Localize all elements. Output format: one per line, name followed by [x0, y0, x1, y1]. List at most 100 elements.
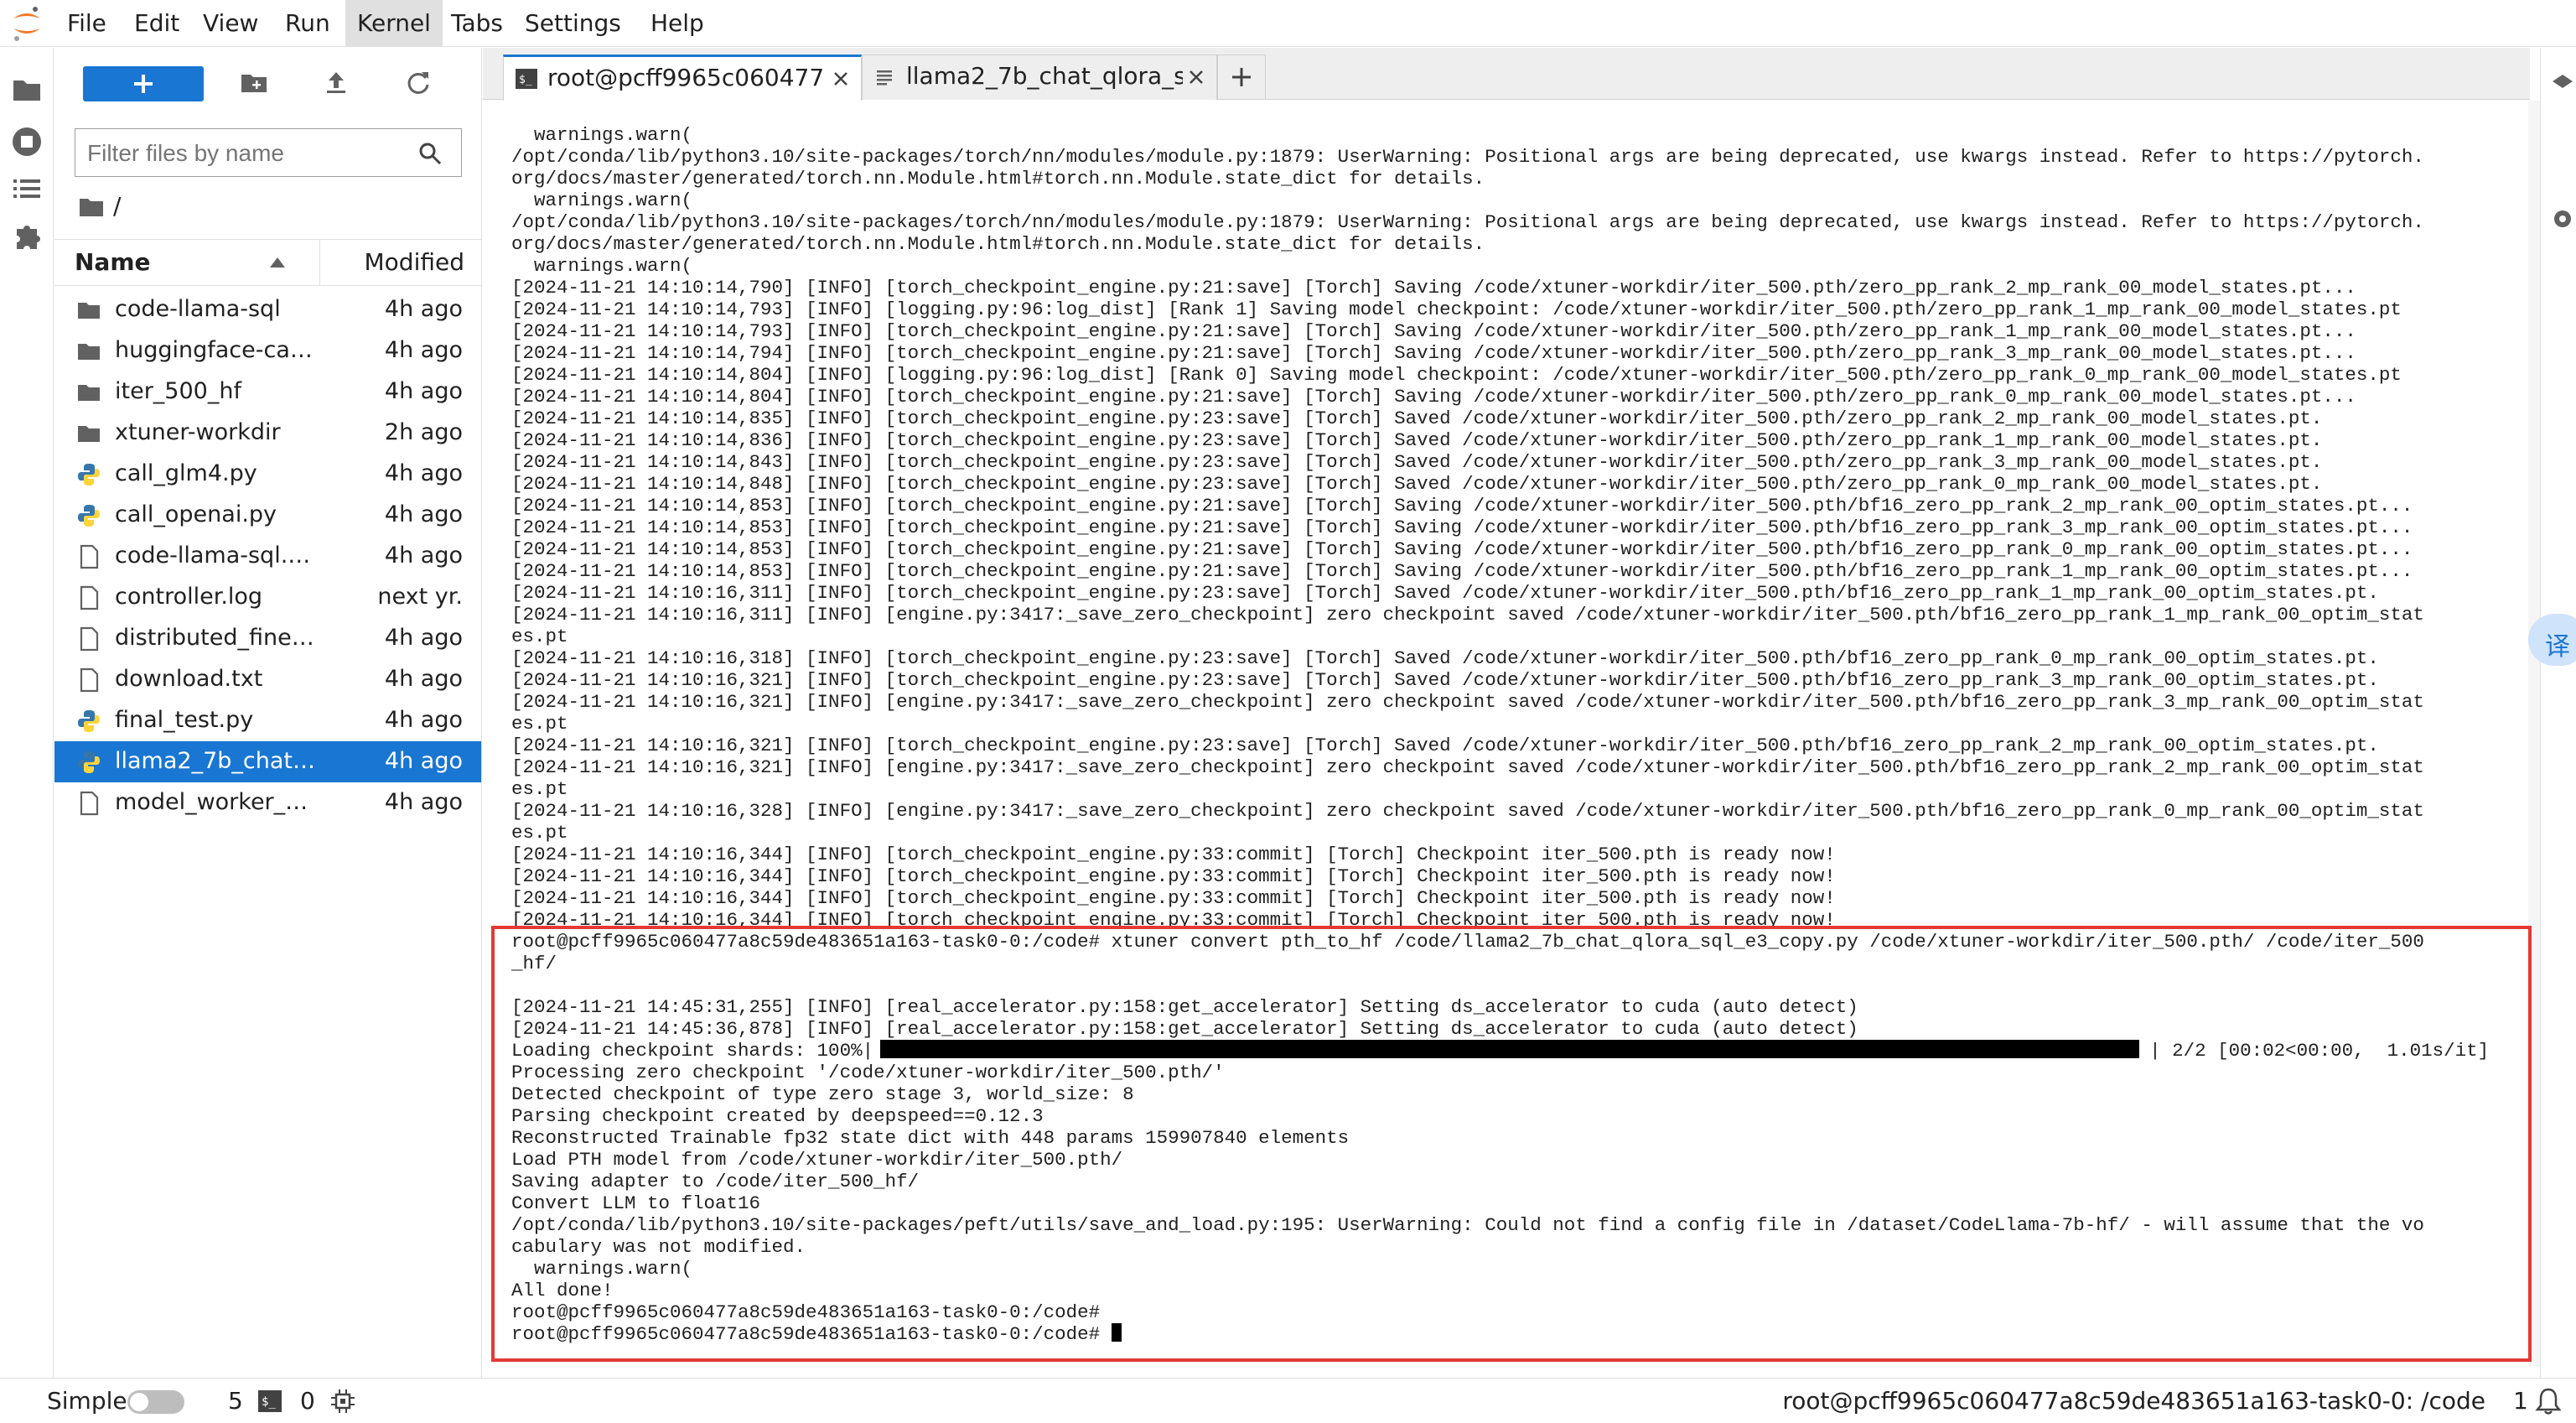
file-icon-glyph: [80, 585, 99, 610]
file-row[interactable]: call_glm4.py 4h ago: [54, 454, 481, 495]
kernel-chip-icon[interactable]: [330, 1389, 355, 1414]
menu-settings[interactable]: Settings: [513, 0, 633, 47]
folder-icon[interactable]: [78, 194, 105, 221]
plus-icon: [1232, 68, 1251, 86]
terminal-line: [2024-11-21 14:10:14,836] [INFO] [torch_…: [511, 429, 2323, 451]
file-name: llama2_7b_chat_...: [115, 748, 316, 774]
translate-button[interactable]: 译: [2528, 614, 2576, 666]
column-name-header[interactable]: Name: [75, 248, 151, 276]
file-modified: 4h ago: [384, 625, 463, 651]
column-divider[interactable]: [319, 240, 320, 285]
terminal-icon[interactable]: $_: [258, 1390, 282, 1412]
file-name: distributed_finet...: [115, 625, 316, 651]
menu-tabs[interactable]: Tabs: [439, 0, 515, 47]
file-name: iter_500_hf: [115, 378, 241, 404]
folder-icon: [76, 380, 101, 405]
terminal-line: [2024-11-21 14:10:14,793] [INFO] [torch_…: [511, 320, 2356, 342]
terminal-line: [2024-11-21 14:10:14,835] [INFO] [torch_…: [511, 408, 2323, 429]
file-name: controller.log: [115, 584, 263, 610]
file-icon: [76, 626, 101, 652]
file-name: download.txt: [115, 666, 263, 692]
terminal-line: [2024-11-21 14:10:14,853] [INFO] [torch_…: [511, 495, 2413, 517]
new-folder-icon[interactable]: [239, 68, 269, 98]
upload-icon[interactable]: [321, 68, 351, 98]
terminal-line: Parsing checkpoint created by deepspeed=…: [511, 1105, 1044, 1127]
property-inspector-icon[interactable]: [2551, 73, 2574, 103]
table-of-contents-icon[interactable]: [10, 172, 44, 205]
file-row[interactable]: xtuner-workdir 2h ago: [54, 413, 481, 454]
file-row[interactable]: code-llama-sql 4h ago: [54, 289, 481, 330]
file-modified: 4h ago: [384, 789, 463, 815]
refresh-icon[interactable]: [403, 68, 433, 98]
filter-box[interactable]: [75, 128, 462, 177]
current-session-path[interactable]: root@pcff9965c060477a8c59de483651a163-ta…: [1782, 1387, 2485, 1415]
file-row[interactable]: iter_500_hf 4h ago: [54, 371, 481, 413]
terminal-line: [2024-11-21 14:10:16,344] [INFO] [torch_…: [511, 844, 1836, 865]
tab-text-file[interactable]: llama2_7b_chat_qlora_sql_e: [862, 55, 1217, 100]
extensions-puzzle-icon[interactable]: [10, 219, 44, 252]
folder-icon-glyph: [78, 426, 100, 442]
file-list: code-llama-sql 4h ago huggingface-cac... 4h…: [54, 289, 481, 823]
terminal-line: Processing zero checkpoint '/code/xtuner…: [511, 1062, 1225, 1083]
terminal-line: [2024-11-21 14:10:14,804] [INFO] [torch_…: [511, 386, 2356, 408]
terminal-line: /opt/conda/lib/python3.10/site-packages/…: [511, 146, 2424, 168]
python-file-icon: [76, 503, 101, 528]
file-row[interactable]: code-llama-sql.tar 4h ago: [54, 536, 481, 577]
folder-icon[interactable]: [10, 73, 44, 106]
menu-view[interactable]: View: [191, 0, 270, 47]
file-modified: 4h ago: [384, 501, 463, 527]
breadcrumb-root[interactable]: /: [113, 192, 121, 220]
file-list-header: Name Modified: [54, 239, 481, 286]
terminal-panel[interactable]: warnings.warn(/opt/conda/lib/python3.10/…: [496, 109, 2533, 1367]
menu-help[interactable]: Help: [639, 0, 716, 47]
filter-files-input[interactable]: [86, 136, 407, 171]
search-icon[interactable]: [417, 141, 443, 166]
file-modified: 4h ago: [384, 707, 463, 733]
file-row[interactable]: huggingface-cac... 4h ago: [54, 330, 481, 371]
add-tab-button[interactable]: [1217, 55, 1266, 100]
menu-run[interactable]: Run: [273, 0, 342, 47]
running-stop-icon[interactable]: [10, 125, 44, 158]
bell-icon[interactable]: [2535, 1387, 2562, 1415]
folder-icon-glyph: [78, 385, 100, 401]
close-icon[interactable]: [831, 69, 851, 89]
terminal-line: [2024-11-21 14:10:14,853] [INFO] [torch_…: [511, 538, 2413, 560]
file-modified: 4h ago: [384, 378, 463, 404]
status-bar: Simple 5 $_ 0 root@pcff9965c060477a8c59d…: [0, 1378, 2576, 1423]
menu-kernel[interactable]: Kernel: [345, 0, 443, 47]
terminal-prompt-line[interactable]: root@pcff9965c060477a8c59de483651a163-ta…: [511, 1323, 2515, 1345]
file-modified: 4h ago: [384, 666, 463, 692]
file-row[interactable]: download.txt 4h ago: [54, 659, 481, 700]
terminal-line: [2024-11-21 14:10:14,794] [INFO] [torch_…: [511, 342, 2356, 364]
column-modified-header[interactable]: Modified: [365, 248, 464, 276]
simple-mode-toggle[interactable]: [127, 1390, 184, 1414]
terminal-line: [2024-11-21 14:10:14,848] [INFO] [torch_…: [511, 473, 2323, 495]
tab-text-file-label: llama2_7b_chat_qlora_sql_e: [906, 62, 1183, 90]
tab-terminal[interactable]: $_ root@pcff9965c060477a8c: [503, 55, 862, 101]
terminal-line: [2024-11-21 14:10:16,321] [INFO] [engine…: [511, 691, 2424, 713]
menu-edit[interactable]: Edit: [122, 0, 191, 47]
kernels-count[interactable]: 0: [300, 1387, 315, 1415]
left-sidebar-strip: [0, 48, 54, 1378]
file-row[interactable]: distributed_finet... 4h ago: [54, 618, 481, 659]
file-row[interactable]: model_worker_2... 4h ago: [54, 782, 481, 823]
new-launcher-button[interactable]: [83, 66, 204, 101]
simple-mode-label: Simple: [47, 1387, 127, 1415]
terminal-line: warnings.warn(: [511, 124, 693, 146]
file-modified: 4h ago: [384, 460, 463, 486]
file-row[interactable]: call_openai.py 4h ago: [54, 495, 481, 536]
file-modified: 4h ago: [384, 337, 463, 363]
notifications-count[interactable]: 1: [2513, 1387, 2528, 1415]
file-row[interactable]: controller.log next yr.: [54, 577, 481, 618]
terminals-count[interactable]: 5: [228, 1387, 243, 1415]
file-row[interactable]: llama2_7b_chat_... 4h ago: [54, 741, 481, 782]
terminal-scrollbar[interactable]: [2528, 101, 2540, 1367]
file-icon: [76, 667, 101, 693]
file-row[interactable]: final_test.py 4h ago: [54, 700, 481, 741]
close-icon[interactable]: [1186, 67, 1206, 87]
menu-file[interactable]: File: [55, 0, 118, 47]
sort-ascending-icon[interactable]: [269, 257, 286, 268]
terminal-line: root@pcff9965c060477a8c59de483651a163-ta…: [511, 931, 2424, 953]
terminal-line: cabulary was not modified.: [511, 1236, 806, 1258]
debugger-gear-icon[interactable]: [2551, 207, 2574, 231]
